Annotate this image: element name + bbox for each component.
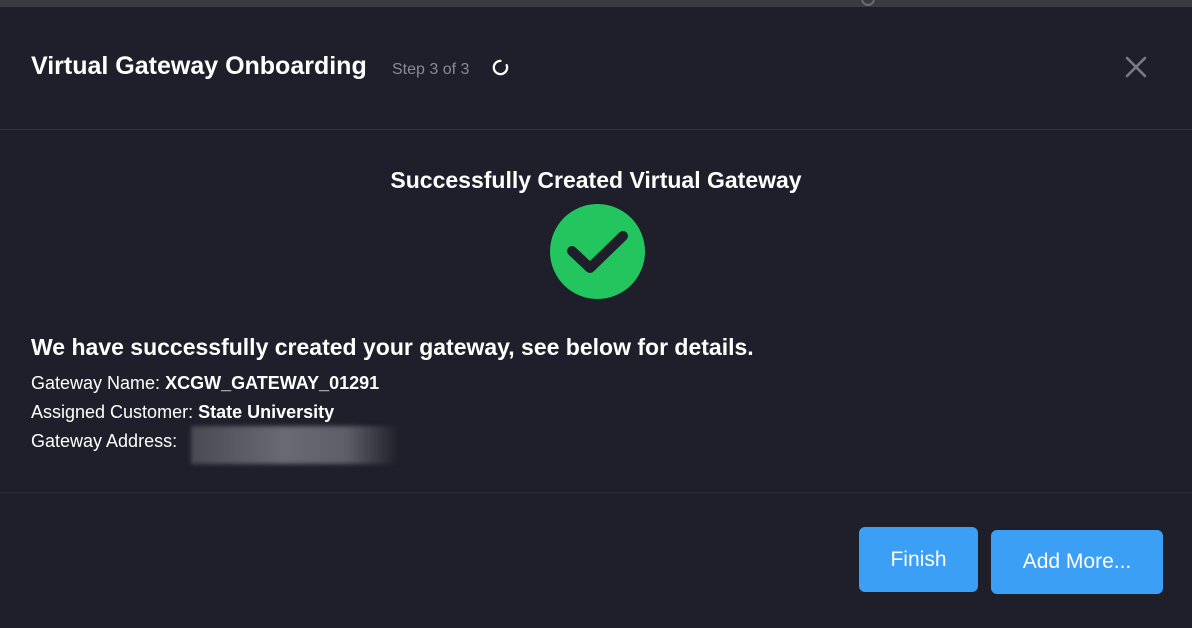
modal-body: Successfully Created Virtual Gateway We … [0, 130, 1192, 493]
modal-title: Virtual Gateway Onboarding [31, 52, 367, 80]
success-heading: Successfully Created Virtual Gateway [390, 167, 802, 193]
gateway-address-redacted [191, 426, 399, 464]
background-app-strip [0, 0, 1192, 7]
gateway-name-label: Gateway Name: [31, 373, 161, 393]
success-message: We have successfully created your gatewa… [31, 334, 754, 360]
step-indicator: Step 3 of 3 [392, 61, 470, 78]
assigned-customer-label: Assigned Customer: [31, 402, 194, 422]
onboarding-modal: Virtual Gateway Onboarding Step 3 of 3 S… [0, 7, 1192, 628]
assigned-customer-value: State University [198, 402, 335, 422]
gateway-address-row: Gateway Address: [31, 431, 177, 452]
assigned-customer-row: Assigned Customer: State University [31, 402, 334, 423]
search-icon [861, 0, 875, 6]
modal-header: Virtual Gateway Onboarding Step 3 of 3 [0, 7, 1192, 130]
finish-button[interactable]: Finish [859, 527, 978, 592]
close-icon [1125, 56, 1147, 78]
loading-spinner-icon [492, 59, 509, 76]
gateway-name-value: XCGW_GATEWAY_01291 [165, 373, 380, 393]
check-circle-icon [550, 204, 645, 299]
gateway-address-label: Gateway Address: [31, 431, 178, 451]
close-button[interactable] [1119, 50, 1153, 84]
gateway-name-row: Gateway Name: XCGW_GATEWAY_01291 [31, 373, 379, 394]
add-more-button[interactable]: Add More... [991, 530, 1163, 594]
